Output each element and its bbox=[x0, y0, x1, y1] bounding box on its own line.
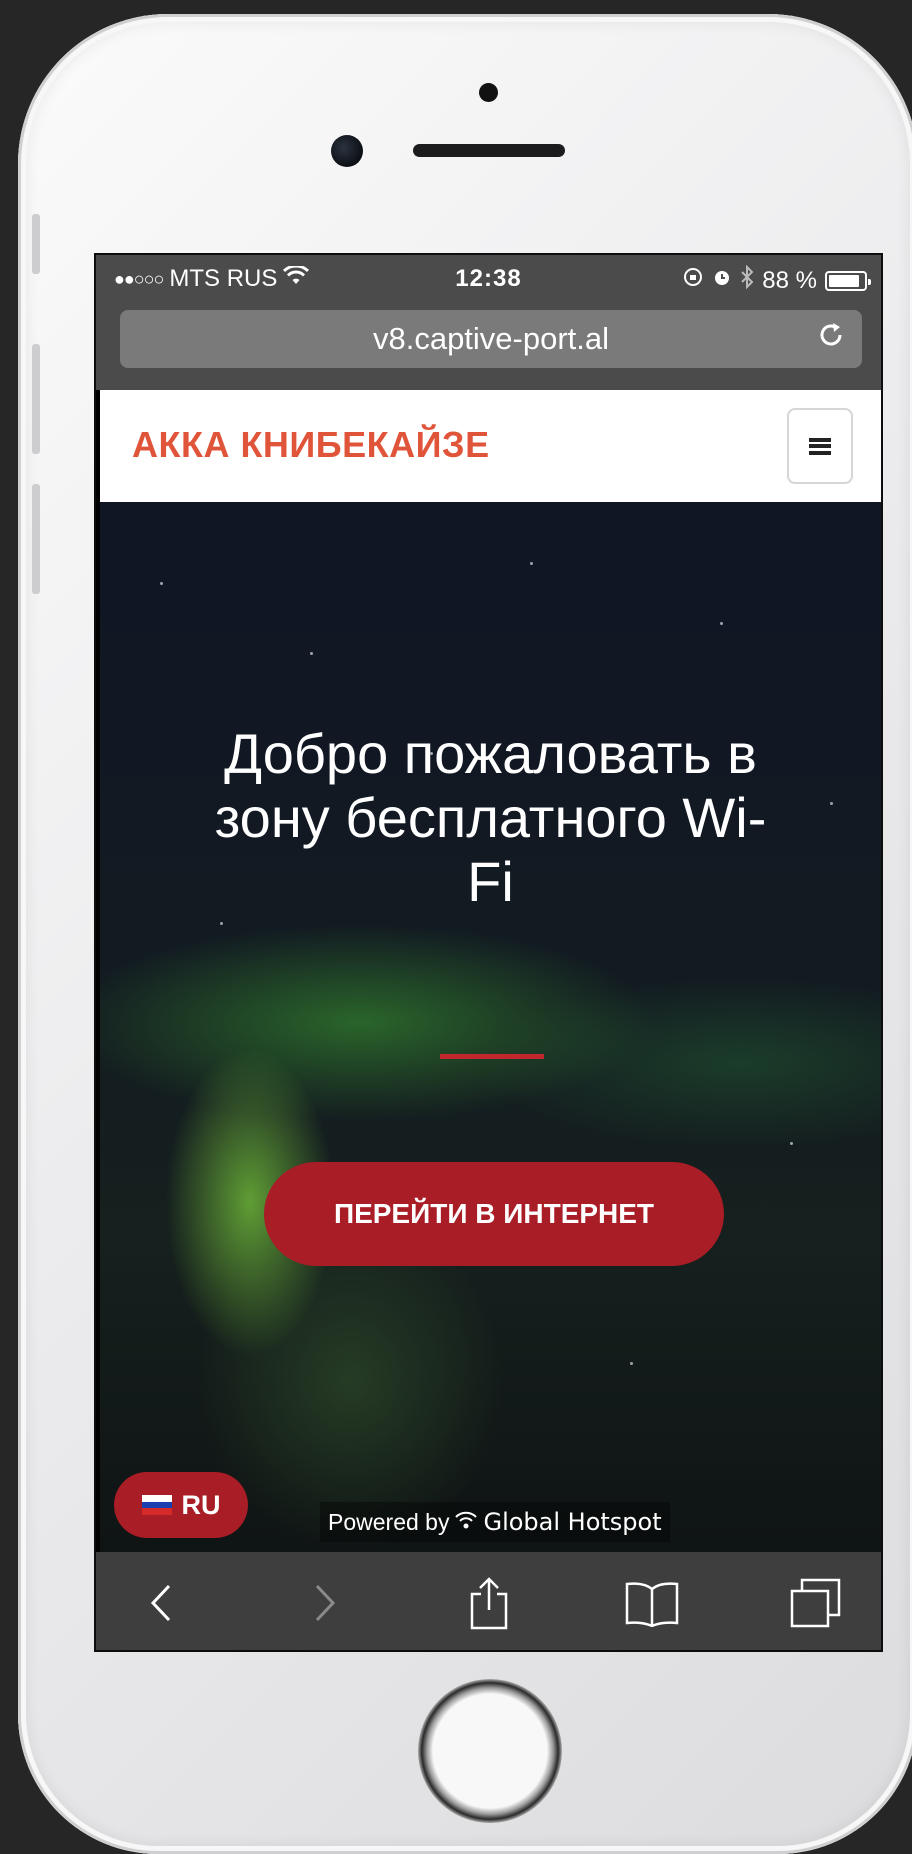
url-bar[interactable]: v8.captive-port.al bbox=[120, 310, 862, 368]
hero-section: Добро пожаловать в зону бесплатного Wi-F… bbox=[100, 502, 881, 1552]
volume-down-button bbox=[32, 484, 40, 594]
hamburger-menu-button[interactable] bbox=[787, 408, 853, 484]
tabs-icon bbox=[789, 1577, 843, 1629]
russia-flag-icon bbox=[141, 1495, 172, 1516]
go-online-button[interactable]: ПЕРЕЙТИ В ИНТЕРНЕТ bbox=[264, 1162, 724, 1266]
browser-toolbar bbox=[96, 1552, 881, 1650]
back-button[interactable] bbox=[126, 1568, 196, 1638]
language-switcher[interactable]: RU bbox=[114, 1472, 248, 1538]
star bbox=[630, 1362, 633, 1365]
star bbox=[720, 622, 723, 625]
alarm-icon bbox=[712, 266, 732, 295]
hero-title: Добро пожаловать в зону бесплатного Wi-F… bbox=[214, 722, 767, 913]
browser-address-area: v8.captive-port.al bbox=[96, 305, 881, 390]
site-brand[interactable]: АККА КНИБЕКАЙЗЕ bbox=[132, 424, 490, 466]
proximity-sensor bbox=[479, 83, 498, 102]
star bbox=[220, 922, 223, 925]
star bbox=[790, 1142, 793, 1145]
url-text: v8.captive-port.al bbox=[372, 321, 610, 356]
forward-icon bbox=[313, 1583, 337, 1623]
back-icon bbox=[149, 1583, 173, 1623]
phone-frame: ●●○○○ MTS RUS 12:38 88 % v8.captive-port… bbox=[18, 14, 912, 1854]
battery-percent: 88 % bbox=[762, 266, 817, 294]
language-label: RU bbox=[181, 1489, 221, 1520]
volume-up-button bbox=[32, 344, 40, 454]
status-bar: ●●○○○ MTS RUS 12:38 88 % bbox=[96, 255, 881, 305]
star bbox=[310, 652, 313, 655]
powered-by-brand: Global Hotspot bbox=[483, 1508, 662, 1536]
tabs-button[interactable] bbox=[781, 1568, 851, 1638]
share-icon bbox=[469, 1576, 509, 1630]
home-button[interactable] bbox=[418, 1679, 562, 1823]
hamburger-menu-icon bbox=[809, 437, 831, 455]
bookmarks-icon bbox=[624, 1579, 680, 1627]
forward-button[interactable] bbox=[290, 1568, 360, 1638]
powered-by-badge[interactable]: Powered by Global Hotspot bbox=[320, 1502, 670, 1542]
star bbox=[160, 582, 163, 585]
battery-level-fill bbox=[829, 274, 859, 287]
star bbox=[530, 562, 533, 565]
earpiece-speaker bbox=[413, 144, 565, 157]
battery-icon bbox=[825, 270, 871, 291]
title-divider bbox=[440, 1054, 544, 1059]
bookmarks-button[interactable] bbox=[617, 1568, 687, 1638]
front-camera bbox=[331, 135, 363, 167]
powered-by-text: Powered by bbox=[328, 1508, 450, 1535]
orientation-lock-icon bbox=[682, 266, 704, 295]
status-right: 88 % bbox=[682, 264, 871, 296]
share-button[interactable] bbox=[454, 1568, 524, 1638]
site-navbar: АККА КНИБЕКАЙЗЕ bbox=[100, 390, 881, 502]
mute-switch bbox=[32, 214, 40, 274]
phone-screen: ●●○○○ MTS RUS 12:38 88 % v8.captive-port… bbox=[94, 253, 883, 1652]
hotspot-logo-icon bbox=[455, 1509, 478, 1536]
reload-icon[interactable] bbox=[816, 320, 846, 356]
bluetooth-icon bbox=[740, 264, 754, 296]
